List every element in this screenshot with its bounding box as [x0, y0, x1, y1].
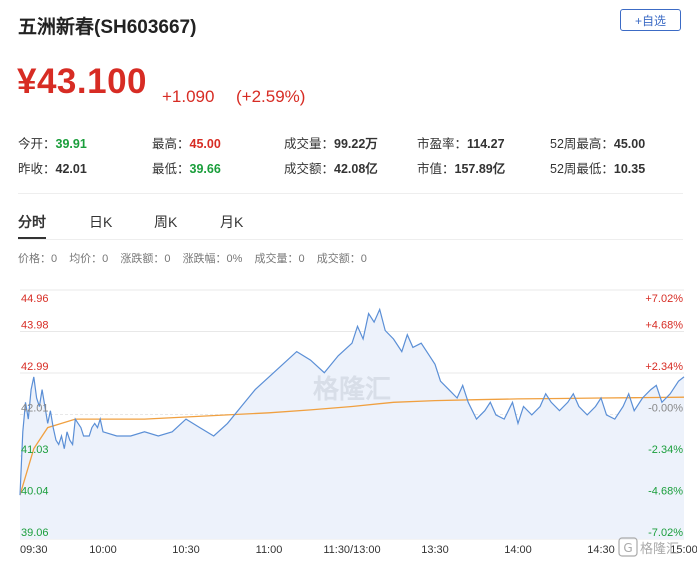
watermark: 格隆汇	[313, 374, 391, 405]
y-tick-label-left: 43.98	[21, 320, 49, 332]
stat-volume-label: 成交量：	[284, 137, 335, 151]
stat-market-cap: 市值：157.89亿	[417, 158, 505, 177]
y-tick-label-right: -4.68%	[648, 486, 683, 498]
stat-52w-high-value: 45.00	[613, 137, 646, 151]
stat-high-value: 45.00	[189, 137, 221, 151]
stat-open-label: 今开：	[18, 137, 56, 151]
info-change-percent: 涨跌幅：0%	[182, 253, 243, 265]
stat-volume-value: 99.22万	[334, 137, 378, 151]
y-tick-label-left: 42.99	[21, 361, 49, 373]
tabs-divider	[18, 239, 683, 240]
stat-volume: 成交量：99.22万	[284, 133, 378, 152]
corner-logo-text: 格隆汇	[640, 541, 679, 557]
price-change-percent: (+2.59%)	[236, 87, 306, 106]
stat-low-label: 最低：	[152, 162, 190, 176]
y-tick-label-right: -7.02%	[648, 527, 683, 539]
stat-52w-low-label: 52周最低：	[550, 162, 614, 176]
stat-prev-close-value: 42.01	[55, 162, 87, 176]
y-tick-label-right: -2.34%	[648, 444, 683, 456]
tab-monthly-k[interactable]: 月K	[220, 212, 243, 232]
intraday-chart[interactable]: 格隆汇 44.9643.9842.9942.0141.0340.0439.06 …	[0, 280, 697, 567]
stat-low: 最低：39.66	[152, 158, 221, 177]
stock-title: 五洲新春(SH603667)	[18, 17, 197, 38]
info-change-amount: 涨跌额：0	[120, 253, 171, 265]
stat-high: 最高：45.00	[152, 133, 221, 152]
current-price: ¥43.100	[17, 62, 148, 101]
x-tick-label: 11:30/13:00	[323, 544, 380, 556]
stat-pe-value: 114.27	[467, 137, 505, 151]
info-price: 价格：0	[18, 253, 58, 265]
y-tick-label-left: 39.06	[21, 527, 49, 539]
y-tick-label-left: 44.96	[21, 293, 49, 305]
y-tick-label-left: 41.03	[21, 444, 49, 456]
stat-amount: 成交额：42.08亿	[284, 158, 378, 177]
stat-amount-label: 成交额：	[284, 162, 335, 176]
tab-daily-k[interactable]: 日K	[89, 212, 112, 232]
y-tick-label-left: 40.04	[21, 486, 49, 498]
stat-52w-low-value: 10.35	[613, 162, 646, 176]
y-tick-label-left: 42.01	[21, 403, 49, 415]
y-tick-label-right: +7.02%	[645, 293, 683, 305]
stat-52w-high: 52周最高：45.00	[550, 133, 645, 152]
stat-market-cap-value: 157.89亿	[454, 162, 506, 176]
stat-pe: 市盈率：114.27	[417, 133, 505, 152]
divider	[18, 193, 683, 194]
info-amount: 成交额：0	[316, 253, 367, 265]
stat-pe-label: 市盈率：	[417, 137, 468, 151]
x-tick-label: 09:30	[20, 544, 48, 556]
x-tick-label: 14:30	[587, 544, 615, 556]
x-axis: 09:30 10:00 10:30 11:00 11:30/13:00 13:30 14:0…	[20, 544, 697, 556]
stat-amount-value: 42.08亿	[334, 162, 378, 176]
corner-logo: G 格隆汇	[618, 537, 679, 557]
stat-open-value: 39.91	[55, 137, 87, 151]
x-tick-label: 10:00	[89, 544, 117, 556]
corner-logo-icon: G	[623, 541, 632, 555]
info-volume: 成交量：0	[254, 253, 305, 265]
stat-market-cap-label: 市值：	[417, 162, 455, 176]
x-tick-label: 11:00	[256, 544, 283, 556]
x-tick-label: 14:00	[504, 544, 532, 556]
y-tick-label-right: +2.34%	[645, 361, 683, 373]
y-tick-label-right: +4.68%	[645, 320, 683, 332]
info-avg-price: 均价：0	[69, 253, 109, 265]
x-tick-label: 10:30	[172, 544, 200, 556]
stat-52w-high-label: 52周最高：	[550, 137, 614, 151]
price-change: +1.090	[162, 87, 215, 106]
hover-info-bar: 价格：0 均价：0 涨跌额：0 涨跌幅：0% 成交量：0 成交额：0	[18, 250, 376, 266]
y-tick-label-right: -0.00%	[648, 403, 683, 415]
stat-low-value: 39.66	[189, 162, 221, 176]
stat-52w-low: 52周最低：10.35	[550, 158, 645, 177]
x-tick-label: 13:30	[421, 544, 449, 556]
stat-prev-close: 昨收：42.01	[18, 158, 87, 177]
stat-prev-close-label: 昨收：	[18, 162, 56, 176]
stat-open: 今开：39.91	[18, 133, 87, 152]
tab-intraday[interactable]: 分时	[18, 212, 46, 232]
tab-weekly-k[interactable]: 周K	[154, 212, 177, 232]
add-watchlist-button[interactable]: +自选	[620, 9, 681, 31]
stat-high-label: 最高：	[152, 137, 190, 151]
